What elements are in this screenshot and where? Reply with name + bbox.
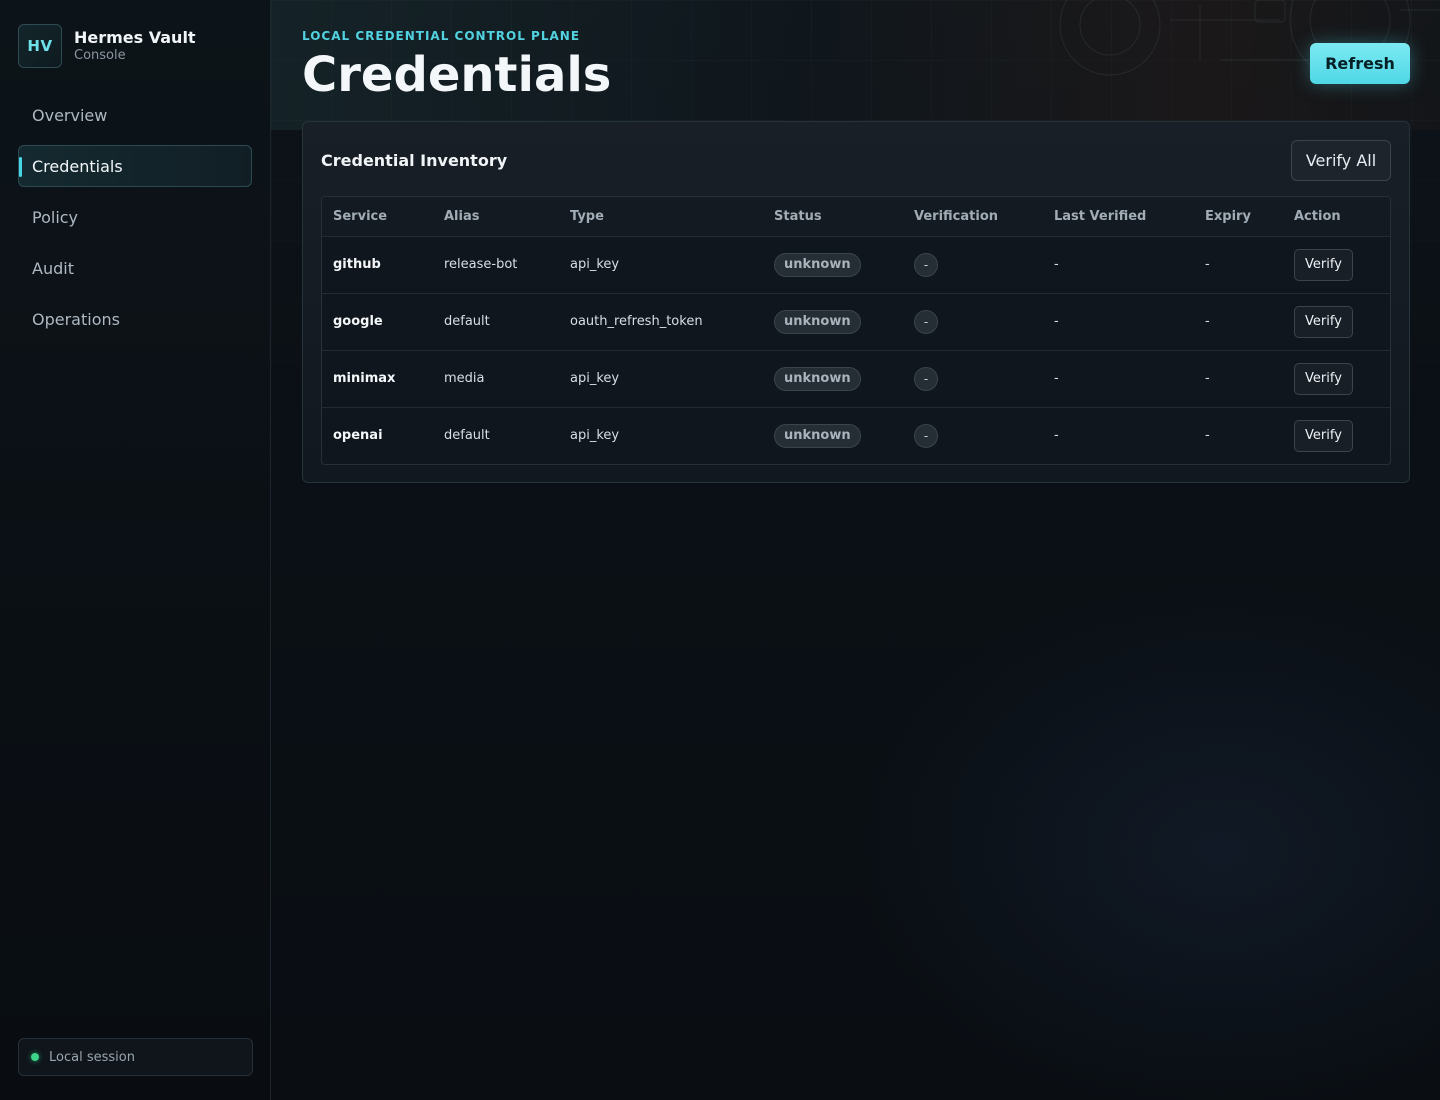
brand-title: Hermes Vault xyxy=(74,28,196,47)
cell-type: oauth_refresh_token xyxy=(559,293,763,351)
panel-header: Credential Inventory Verify All xyxy=(321,140,1391,181)
verification-badge: - xyxy=(914,252,938,277)
cell-action: Verify xyxy=(1283,293,1390,351)
cell-verification: - xyxy=(903,236,1043,294)
cell-expiry: - xyxy=(1194,293,1283,351)
credentials-table-wrapper: Service Alias Type Status Verification L… xyxy=(321,196,1391,465)
cell-type: api_key xyxy=(570,428,620,444)
main-content: LOCAL CREDENTIAL CONTROL PLANE Credentia… xyxy=(271,0,1440,1100)
cell-status: unknown xyxy=(763,236,903,294)
sidebar-item-credentials[interactable]: Credentials xyxy=(18,145,252,187)
verify-button[interactable]: Verify xyxy=(1294,248,1353,281)
cell-expiry: - xyxy=(1194,236,1283,294)
sidebar-item-operations[interactable]: Operations xyxy=(18,298,252,340)
brand: HV Hermes Vault Console xyxy=(18,24,252,68)
column-header-type[interactable]: Type xyxy=(559,197,763,237)
column-header-action: Action xyxy=(1283,197,1390,237)
column-header-alias[interactable]: Alias xyxy=(433,197,559,237)
cell-service: google xyxy=(322,293,433,351)
app-root: HV Hermes Vault Console Overview Credent… xyxy=(0,0,1440,1100)
status-badge: unknown xyxy=(774,252,861,277)
column-header-status[interactable]: Status xyxy=(763,197,903,237)
cell-type: api_key xyxy=(559,236,763,294)
cell-action: Verify xyxy=(1283,407,1390,464)
cell-status: unknown xyxy=(763,350,903,408)
verification-badge: - xyxy=(914,423,938,448)
cell-alias: default xyxy=(433,293,559,351)
column-header-verification[interactable]: Verification xyxy=(903,197,1043,237)
table-row: minimax media api_key unknown - - - Veri… xyxy=(322,350,1390,408)
cell-verification: - xyxy=(903,407,1043,464)
cell-alias: default xyxy=(444,428,490,444)
status-badge: unknown xyxy=(774,366,861,391)
verification-badge: - xyxy=(914,309,938,334)
verification-badge: - xyxy=(914,366,938,391)
table-header-row: Service Alias Type Status Verification L… xyxy=(322,197,1390,237)
cell-verification: - xyxy=(903,350,1043,408)
credentials-table: Service Alias Type Status Verification L… xyxy=(322,197,1390,464)
page-title: Credentials xyxy=(302,47,612,103)
brand-text: Hermes Vault Console xyxy=(74,28,196,64)
table-row: openai default api_key unknown - - - Ver… xyxy=(322,407,1390,464)
cell-expiry: - xyxy=(1205,428,1210,444)
table-row: github release-bot api_key unknown - - -… xyxy=(322,236,1390,294)
session-indicator: Local session xyxy=(18,1038,253,1076)
sidebar: HV Hermes Vault Console Overview Credent… xyxy=(0,0,271,1100)
credential-inventory-panel: Credential Inventory Verify All Service … xyxy=(302,121,1410,483)
refresh-button[interactable]: Refresh xyxy=(1310,43,1410,84)
cell-action: Verify xyxy=(1283,350,1390,408)
status-badge: unknown xyxy=(774,423,861,448)
cell-expiry: - xyxy=(1194,350,1283,408)
status-dot-icon xyxy=(31,1053,39,1061)
session-label: Local session xyxy=(49,1049,135,1065)
cell-last-verified: - xyxy=(1043,293,1194,351)
cell-action: Verify xyxy=(1283,236,1390,294)
cell-status: unknown xyxy=(763,407,903,464)
status-badge: unknown xyxy=(774,309,861,334)
cell-alias: media xyxy=(433,350,559,408)
cell-last-verified: - xyxy=(1043,350,1194,408)
column-header-expiry[interactable]: Expiry xyxy=(1194,197,1283,237)
cell-last-verified: - xyxy=(1054,428,1059,444)
table-row: google default oauth_refresh_token unkno… xyxy=(322,293,1390,351)
cell-service: openai xyxy=(333,428,383,444)
verify-button[interactable]: Verify xyxy=(1294,362,1353,395)
verify-all-button[interactable]: Verify All xyxy=(1291,140,1391,181)
cell-last-verified: - xyxy=(1043,236,1194,294)
column-header-last-verified[interactable]: Last Verified xyxy=(1043,197,1194,237)
cell-service: minimax xyxy=(322,350,433,408)
cell-verification: - xyxy=(903,293,1043,351)
verify-button[interactable]: Verify xyxy=(1294,305,1353,338)
sidebar-nav: Overview Credentials Policy Audit Operat… xyxy=(18,94,252,340)
panel-title: Credential Inventory xyxy=(321,151,508,170)
cell-service: github xyxy=(322,236,433,294)
cell-type: api_key xyxy=(559,350,763,408)
column-header-service[interactable]: Service xyxy=(322,197,433,237)
page-eyebrow: LOCAL CREDENTIAL CONTROL PLANE xyxy=(302,29,581,43)
sidebar-item-overview[interactable]: Overview xyxy=(18,94,252,136)
verify-button[interactable]: Verify xyxy=(1294,419,1353,452)
cell-alias: release-bot xyxy=(433,236,559,294)
cell-status: unknown xyxy=(763,293,903,351)
page-header: LOCAL CREDENTIAL CONTROL PLANE Credentia… xyxy=(302,29,611,105)
logo-badge: HV xyxy=(18,24,62,68)
brand-subtitle: Console xyxy=(74,48,126,63)
sidebar-item-audit[interactable]: Audit xyxy=(18,247,252,289)
sidebar-item-policy[interactable]: Policy xyxy=(18,196,252,238)
